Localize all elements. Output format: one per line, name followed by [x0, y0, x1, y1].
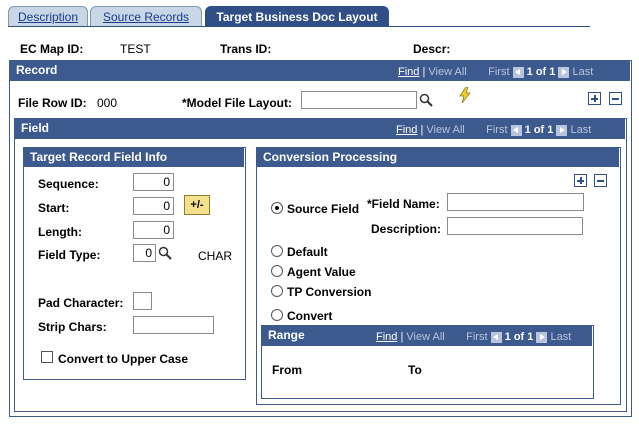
default-radio[interactable] [271, 245, 283, 257]
length-input[interactable] [133, 221, 174, 239]
field-find-link[interactable]: Find [396, 124, 417, 136]
start-label: Start: [38, 201, 70, 215]
record-first: First [488, 66, 510, 78]
pad-character-input[interactable] [133, 292, 152, 310]
model-file-layout-label: *Model File Layout: [182, 96, 293, 110]
convert-radio[interactable] [271, 309, 283, 321]
ec-map-id-label: EC Map ID: [20, 42, 84, 56]
record-next-icon[interactable] [558, 66, 570, 78]
record-title: Record [16, 63, 58, 77]
description-input[interactable] [447, 217, 583, 235]
tp-conversion-label: TP Conversion [287, 285, 372, 299]
record-nav: Find | View All First 1 of 1 Last [398, 66, 593, 78]
field-type-input[interactable] [133, 244, 156, 262]
range-last: Last [550, 331, 572, 343]
field-type-text: CHAR [198, 249, 233, 263]
range-to-label: To [408, 363, 422, 377]
record-add-row-button[interactable] [588, 92, 601, 105]
lightning-icon[interactable] [459, 87, 471, 103]
tp-conversion-radio[interactable] [271, 285, 283, 297]
range-nav-sep: | [400, 331, 404, 343]
field-count: 1 of 1 [524, 124, 554, 136]
field-next-icon[interactable] [556, 124, 568, 136]
source-field-label: Source Field [287, 202, 360, 216]
source-field-radio[interactable] [271, 202, 283, 214]
record-prev-icon[interactable] [512, 66, 524, 78]
tab-source-records[interactable]: Source Records [90, 6, 202, 27]
range-view-all: View All [406, 331, 445, 343]
range-count: 1 of 1 [504, 331, 534, 343]
description-label: Description: [371, 222, 442, 236]
pad-character-label: Pad Character: [38, 296, 124, 310]
record-view-all: View All [428, 66, 467, 78]
sequence-input[interactable] [133, 173, 174, 191]
range-header: Range Find | View All First 1 of 1 Last [262, 326, 592, 346]
field-title: Field [21, 121, 50, 135]
field-first: First [486, 124, 508, 136]
range-prev-icon[interactable] [490, 331, 502, 343]
record-count: 1 of 1 [526, 66, 556, 78]
sequence-label: Sequence: [38, 177, 99, 191]
record-find-link[interactable]: Find [398, 66, 419, 78]
range-next-icon[interactable] [536, 331, 548, 343]
field-name-input[interactable] [447, 193, 584, 211]
target-info-header: Target Record Field Info [24, 148, 244, 167]
range-from-label: From [272, 363, 302, 377]
length-label: Length: [38, 225, 82, 239]
model-file-layout-input[interactable] [301, 91, 417, 109]
range-title: Range [268, 328, 305, 342]
field-nav: Find | View All First 1 of 1 Last [396, 124, 591, 136]
field-last: Last [570, 124, 592, 136]
field-type-label: Field Type: [38, 248, 101, 262]
field-prev-icon[interactable] [510, 124, 522, 136]
agent-value-radio[interactable] [271, 265, 283, 277]
range-find-link[interactable]: Find [376, 331, 397, 343]
start-input[interactable] [133, 197, 174, 215]
range-first: First [466, 331, 488, 343]
record-delete-row-button[interactable] [609, 92, 622, 105]
trans-id-label: Trans ID: [220, 42, 272, 56]
tab-description[interactable]: Description [8, 6, 88, 27]
descr-label: Descr: [413, 42, 451, 56]
convert-label: Convert [287, 309, 333, 323]
convert-upper-case-label: Convert to Upper Case [58, 352, 189, 366]
file-row-id-value: 000 [97, 96, 118, 110]
search-icon[interactable] [419, 93, 433, 107]
conversion-add-row-button[interactable] [574, 174, 587, 187]
field-type-search-icon[interactable] [158, 246, 172, 260]
ec-map-id-value: TEST [120, 42, 151, 56]
target-info-title: Target Record Field Info [30, 150, 168, 164]
strip-chars-label: Strip Chars: [38, 320, 107, 334]
agent-value-label: Agent Value [287, 265, 356, 279]
record-header: Record Find | View All First 1 of 1 Last [10, 61, 630, 81]
field-nav-sep: | [420, 124, 424, 136]
file-row-id-label: File Row ID: [18, 96, 87, 110]
conversion-header: Conversion Processing [257, 148, 619, 167]
plus-minus-button[interactable]: +/- [184, 195, 210, 215]
convert-upper-case-checkbox[interactable] [41, 351, 53, 363]
record-last: Last [572, 66, 594, 78]
field-view-all: View All [426, 124, 465, 136]
tab-target-business-doc-layout[interactable]: Target Business Doc Layout [205, 6, 389, 27]
range-nav: Find | View All First 1 of 1 Last [376, 331, 571, 343]
record-nav-sep: | [422, 66, 426, 78]
default-label: Default [287, 245, 328, 259]
strip-chars-input[interactable] [133, 316, 214, 334]
conversion-title: Conversion Processing [263, 150, 398, 164]
conversion-delete-row-button[interactable] [594, 174, 607, 187]
field-name-label: *Field Name: [367, 197, 440, 211]
field-header: Field Find | View All First 1 of 1 Last [15, 119, 625, 139]
tab-underline [8, 26, 590, 27]
